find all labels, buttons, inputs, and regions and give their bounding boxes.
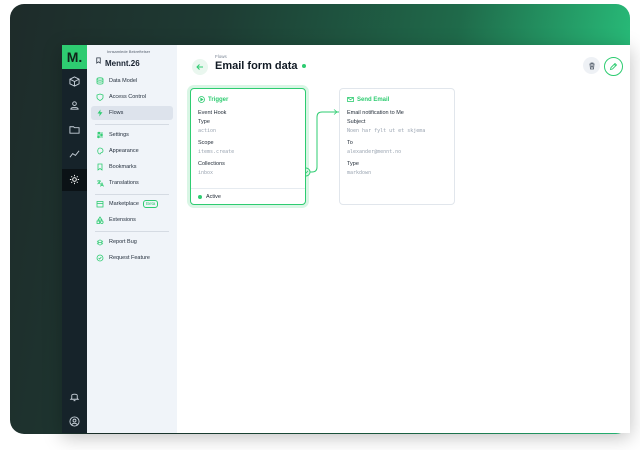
cube-icon[interactable]: [68, 75, 81, 88]
app-window: M. Innsamlede Bekreftelser Mennt.26 Data…: [62, 45, 630, 433]
chart-icon[interactable]: [68, 148, 81, 161]
bell-icon[interactable]: [68, 390, 81, 403]
translate-icon: [96, 179, 104, 187]
sliders-icon: [96, 131, 104, 139]
beta-badge: Beta: [142, 200, 159, 208]
folder-icon[interactable]: [68, 123, 81, 136]
project-icon: [95, 51, 102, 64]
trigger-status-text: Active: [206, 193, 221, 200]
operation-to-label: To: [347, 140, 353, 146]
trigger-scope-label: Scope: [198, 140, 214, 146]
page-title: Email form data: [215, 60, 306, 72]
trigger-type-label: Type: [198, 119, 210, 125]
nav-item-label: Translations: [109, 180, 139, 186]
nav-item-label: Request Feature: [109, 255, 150, 261]
bookmark-icon: [96, 163, 104, 171]
trash-icon: [589, 62, 594, 69]
trigger-panel[interactable]: Trigger Event Hook Type action Scope ite…: [190, 88, 306, 205]
trigger-collections-label: Collections: [198, 161, 225, 167]
gear-icon[interactable]: [68, 173, 81, 186]
bug-icon: [96, 238, 104, 246]
users-icon[interactable]: [68, 99, 81, 112]
operation-name: Email notification to Me: [347, 110, 404, 116]
page-title-text: Email form data: [215, 60, 298, 72]
project-subtitle: Innsamlede Bekreftelser: [107, 49, 151, 54]
nav-item-report-bug[interactable]: Report Bug: [91, 235, 173, 249]
project-header[interactable]: Innsamlede Bekreftelser Mennt.26: [87, 45, 177, 75]
bolt-icon: [96, 109, 104, 117]
nav-item-label: Access Control: [109, 94, 146, 100]
play-circle-icon: [198, 96, 205, 103]
check-circle-icon: [96, 254, 104, 262]
user-circle-icon[interactable]: [68, 415, 81, 428]
trigger-name: Event Hook: [198, 110, 227, 116]
operation-to-value: alexander@mennt.no: [347, 149, 402, 155]
operation-panel[interactable]: Send Email Email notification to Me Subj…: [339, 88, 455, 205]
trigger-status: Active: [191, 188, 305, 204]
breadcrumb[interactable]: Flows: [215, 54, 227, 59]
nav-item-marketplace[interactable]: Marketplace Beta: [91, 197, 173, 211]
nav-item-translations[interactable]: Translations: [91, 176, 173, 190]
operation-heading-text: Send Email: [357, 96, 390, 103]
nav-item-extensions[interactable]: Extensions: [91, 213, 173, 227]
pencil-icon: [609, 62, 618, 71]
module-bar: M.: [62, 45, 87, 433]
nav-item-appearance[interactable]: Appearance: [91, 144, 173, 158]
main-content: Flows Email form data Trigger Event Hook…: [177, 45, 630, 433]
database-icon: [96, 77, 104, 85]
palette-icon: [96, 147, 104, 155]
mail-icon: [347, 96, 354, 102]
nav-item-label: Extensions: [109, 217, 136, 223]
nav-item-request-feature[interactable]: Request Feature: [91, 251, 173, 265]
operation-subject-label: Subject: [347, 119, 366, 125]
lock-icon: [96, 93, 104, 101]
nav-item-data-model[interactable]: Data Model: [91, 74, 173, 88]
nav-item-label: Flows: [109, 110, 124, 116]
operation-heading: Send Email: [347, 96, 389, 103]
operation-type-label: Type: [347, 161, 359, 167]
back-button[interactable]: [192, 59, 208, 75]
nav-item-label: Report Bug: [109, 239, 137, 245]
nav-item-label: Marketplace: [109, 201, 139, 207]
trigger-heading-text: Trigger: [208, 96, 229, 103]
trigger-heading: Trigger: [198, 96, 228, 103]
nav-item-label: Bookmarks: [109, 164, 137, 170]
nav-divider: [95, 124, 169, 125]
navigation-sidebar: Innsamlede Bekreftelser Mennt.26 Data Mo…: [87, 45, 177, 433]
nav-item-label: Data Model: [109, 78, 138, 84]
status-dot: [198, 194, 202, 199]
arrow-left-icon: [196, 64, 203, 70]
nav-divider: [95, 231, 169, 232]
store-icon: [96, 200, 104, 208]
operation-subject-value: Noen har fylt ut et skjema: [347, 128, 426, 134]
operation-type-value: markdown: [347, 170, 372, 176]
project-name: Mennt.26: [105, 59, 140, 68]
extensions-icon: [96, 216, 104, 224]
status-dot: [301, 64, 306, 68]
nav-item-access-control[interactable]: Access Control: [91, 90, 173, 104]
edit-button[interactable]: [604, 57, 623, 76]
trigger-type-value: action: [198, 128, 217, 134]
nav-divider: [95, 194, 169, 195]
project-logo[interactable]: M.: [62, 45, 87, 69]
nav-item-label: Appearance: [109, 148, 139, 154]
trigger-collections-value: inbox: [198, 170, 214, 176]
delete-button[interactable]: [583, 57, 600, 74]
nav-item-bookmarks[interactable]: Bookmarks: [91, 160, 173, 174]
nav-item-label: Settings: [109, 132, 129, 138]
trigger-scope-value: items.create: [198, 149, 235, 155]
nav-item-flows[interactable]: Flows: [91, 106, 173, 120]
nav-item-settings[interactable]: Settings: [91, 128, 173, 142]
